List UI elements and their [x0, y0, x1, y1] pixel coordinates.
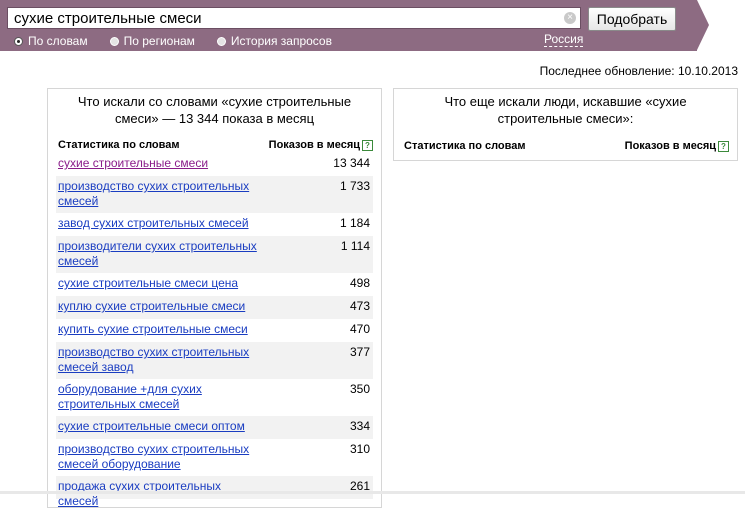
related-searches-panel: Что еще искали люди, искавшие «сухие стр… — [393, 88, 738, 161]
shows-count: 334 — [349, 419, 370, 433]
mode-history[interactable]: История запросов — [216, 34, 332, 48]
table-row: производители сухих строительных смесей 1… — [56, 236, 373, 273]
column-header-shows-label: Показов в месяц — [624, 140, 716, 152]
keyword-link[interactable]: оборудование +для сухих строительных сме… — [58, 382, 258, 412]
column-header-shows-label: Показов в месяц — [268, 139, 360, 151]
search-mode-selector: По словам По регионам История запросов — [14, 34, 354, 48]
search-box[interactable]: × — [7, 7, 581, 29]
keyword-link[interactable]: куплю сухие строительные смеси — [58, 299, 258, 314]
table-row: сухие строительные смеси оптом 334 — [56, 416, 373, 439]
mode-label: По регионам — [123, 34, 195, 48]
keyword-link[interactable]: сухие строительные смеси — [58, 156, 258, 171]
column-headers: Статистика по словам Показов в месяц ? — [58, 139, 373, 153]
keyword-link[interactable]: производство сухих строительных смесей о… — [58, 442, 258, 472]
table-row: производство сухих строительных смесей о… — [56, 439, 373, 476]
table-row: завод сухих строительных смесей 1 184 — [56, 213, 373, 236]
column-header-shows: Показов в месяц ? — [625, 140, 729, 152]
search-button[interactable]: Подобрать — [588, 7, 676, 31]
mode-label: История запросов — [230, 34, 332, 48]
shows-count: 13 344 — [333, 156, 370, 170]
last-update-text: Последнее обновление: 10.10.2013 — [539, 64, 738, 78]
clear-icon[interactable]: × — [564, 12, 576, 24]
help-icon[interactable]: ? — [362, 139, 373, 151]
keyword-link[interactable]: купить сухие строительные смеси — [58, 322, 258, 337]
mode-by-words[interactable]: По словам — [14, 34, 88, 48]
table-row: куплю сухие строительные смеси 473 — [56, 296, 373, 319]
region-selector[interactable]: Россия — [544, 33, 584, 47]
words-statistics-panel: Что искали со словами «сухие строительны… — [47, 88, 382, 508]
shows-count: 498 — [349, 276, 370, 290]
shows-count: 377 — [349, 345, 370, 359]
shows-count: 310 — [349, 442, 370, 456]
search-bar-tip — [697, 0, 709, 50]
radio-icon[interactable] — [216, 36, 226, 46]
shows-count: 350 — [349, 382, 370, 396]
shows-count: 1 114 — [340, 239, 370, 253]
keyword-link[interactable]: сухие строительные смеси цена — [58, 276, 258, 291]
shows-count: 473 — [349, 299, 370, 313]
column-header-words: Статистика по словам — [404, 140, 526, 152]
search-input[interactable] — [8, 8, 558, 28]
table-row: продажа сухих строительных смесей 261 — [56, 476, 373, 508]
column-header-shows: Показов в месяц ? — [269, 139, 373, 151]
shows-count: 1 733 — [339, 179, 370, 193]
mode-label: По словам — [28, 34, 88, 48]
keyword-link[interactable]: завод сухих строительных смесей — [58, 216, 258, 231]
table-row: сухие строительные смеси цена 498 — [56, 273, 373, 296]
keyword-link[interactable]: производство сухих строительных смесей — [58, 179, 258, 209]
column-header-words: Статистика по словам — [58, 139, 180, 151]
help-icon[interactable]: ? — [718, 140, 729, 152]
shows-count: 470 — [349, 322, 370, 336]
keyword-link[interactable]: сухие строительные смеси оптом — [58, 419, 258, 434]
keyword-link[interactable]: производители сухих строительных смесей — [58, 239, 258, 269]
keyword-link[interactable]: производство сухих строительных смесей з… — [58, 345, 258, 375]
shows-count: 1 184 — [339, 216, 370, 230]
radio-icon[interactable] — [109, 36, 119, 46]
panel-title: Что искали со словами «сухие строительны… — [77, 94, 352, 126]
table-row: сухие строительные смеси 13 344 — [56, 153, 373, 176]
table-row: производство сухих строительных смесей з… — [56, 342, 373, 379]
mode-by-regions[interactable]: По регионам — [109, 34, 195, 48]
keyword-link[interactable]: продажа сухих строительных смесей — [58, 479, 258, 509]
column-headers: Статистика по словам Показов в месяц ? — [404, 140, 729, 154]
keywords-table: сухие строительные смеси 13 344 производст… — [56, 153, 373, 508]
panel-title: Что еще искали люди, искавшие «сухие стр… — [444, 94, 687, 126]
radio-icon[interactable] — [14, 36, 23, 46]
table-row: оборудование +для сухих строительных сме… — [56, 379, 373, 416]
table-row: купить сухие строительные смеси 470 — [56, 319, 373, 342]
table-row: производство сухих строительных смесей 1 … — [56, 176, 373, 213]
